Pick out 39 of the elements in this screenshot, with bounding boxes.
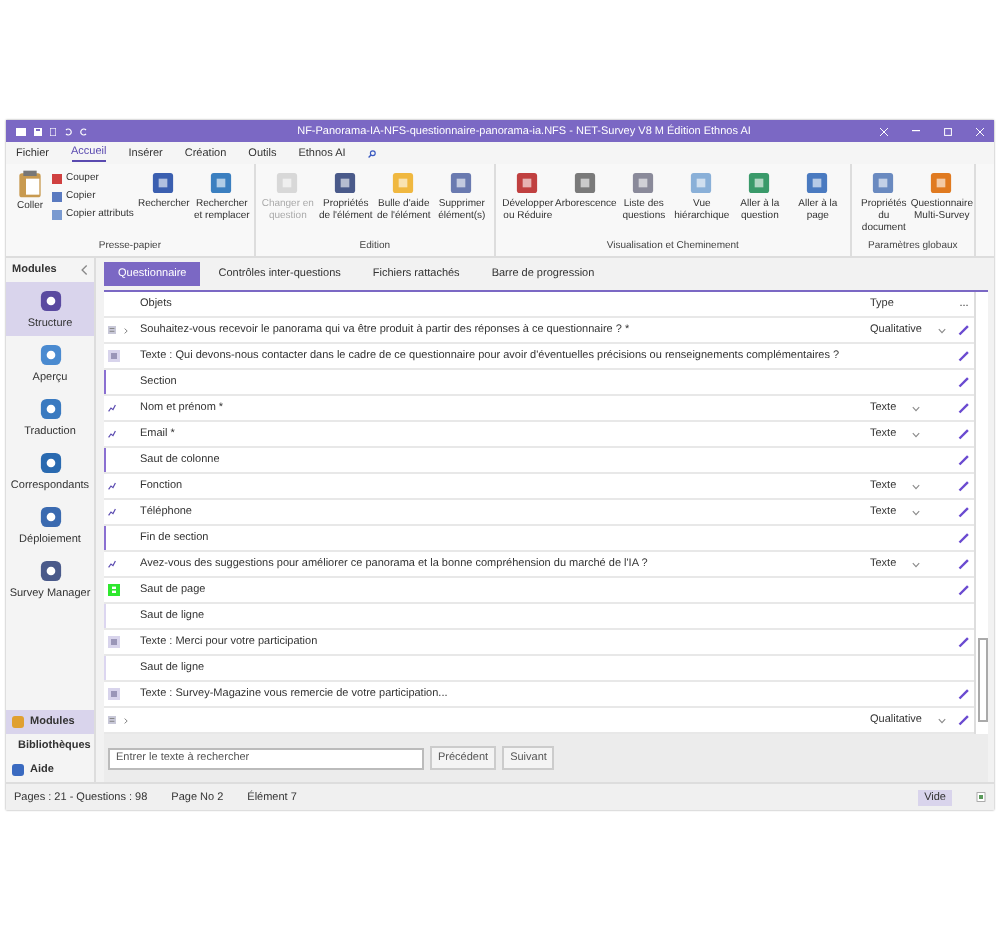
pencil-icon[interactable] [958, 454, 970, 467]
search-icon[interactable] [367, 149, 376, 157]
caret-icon[interactable] [912, 561, 921, 568]
text-block-icon [108, 350, 120, 363]
pencil-icon[interactable] [958, 376, 970, 389]
caret-icon[interactable] [938, 327, 946, 334]
collapse-icon[interactable] [80, 264, 88, 277]
caret-icon[interactable] [912, 405, 921, 412]
pencil-icon[interactable] [958, 584, 970, 597]
pencil-icon[interactable] [958, 558, 970, 571]
minimize-icon[interactable] [912, 130, 920, 132]
pencil-icon[interactable] [958, 350, 970, 363]
chart-icon [108, 430, 116, 439]
pencil-icon[interactable] [958, 688, 970, 701]
pencil-icon[interactable] [958, 324, 970, 337]
pencil-icon[interactable] [958, 428, 970, 441]
chart-icon [108, 482, 116, 491]
text-block-icon [108, 636, 120, 649]
undo-icon[interactable] [64, 127, 72, 135]
pencil-icon[interactable] [958, 636, 970, 649]
chart-icon [108, 560, 116, 569]
caret-icon[interactable] [912, 483, 921, 490]
pencil-icon[interactable] [958, 480, 970, 493]
close-icon[interactable] [976, 127, 984, 135]
text-block-icon [108, 688, 120, 701]
chart-icon [108, 404, 116, 413]
chart-icon [108, 508, 116, 517]
pencil-icon[interactable] [958, 714, 970, 727]
caret-icon[interactable] [938, 717, 946, 724]
caret-icon[interactable] [912, 431, 921, 438]
pencil-icon[interactable] [958, 532, 970, 545]
pencil-icon[interactable] [958, 402, 970, 415]
pencil-icon[interactable] [958, 506, 970, 519]
close-icon[interactable] [880, 127, 888, 135]
maximize-icon[interactable] [944, 127, 952, 135]
redo-icon[interactable] [80, 127, 88, 135]
save-icon[interactable] [34, 127, 42, 135]
caret-icon[interactable] [912, 509, 921, 516]
clipboard-icon [18, 170, 42, 198]
